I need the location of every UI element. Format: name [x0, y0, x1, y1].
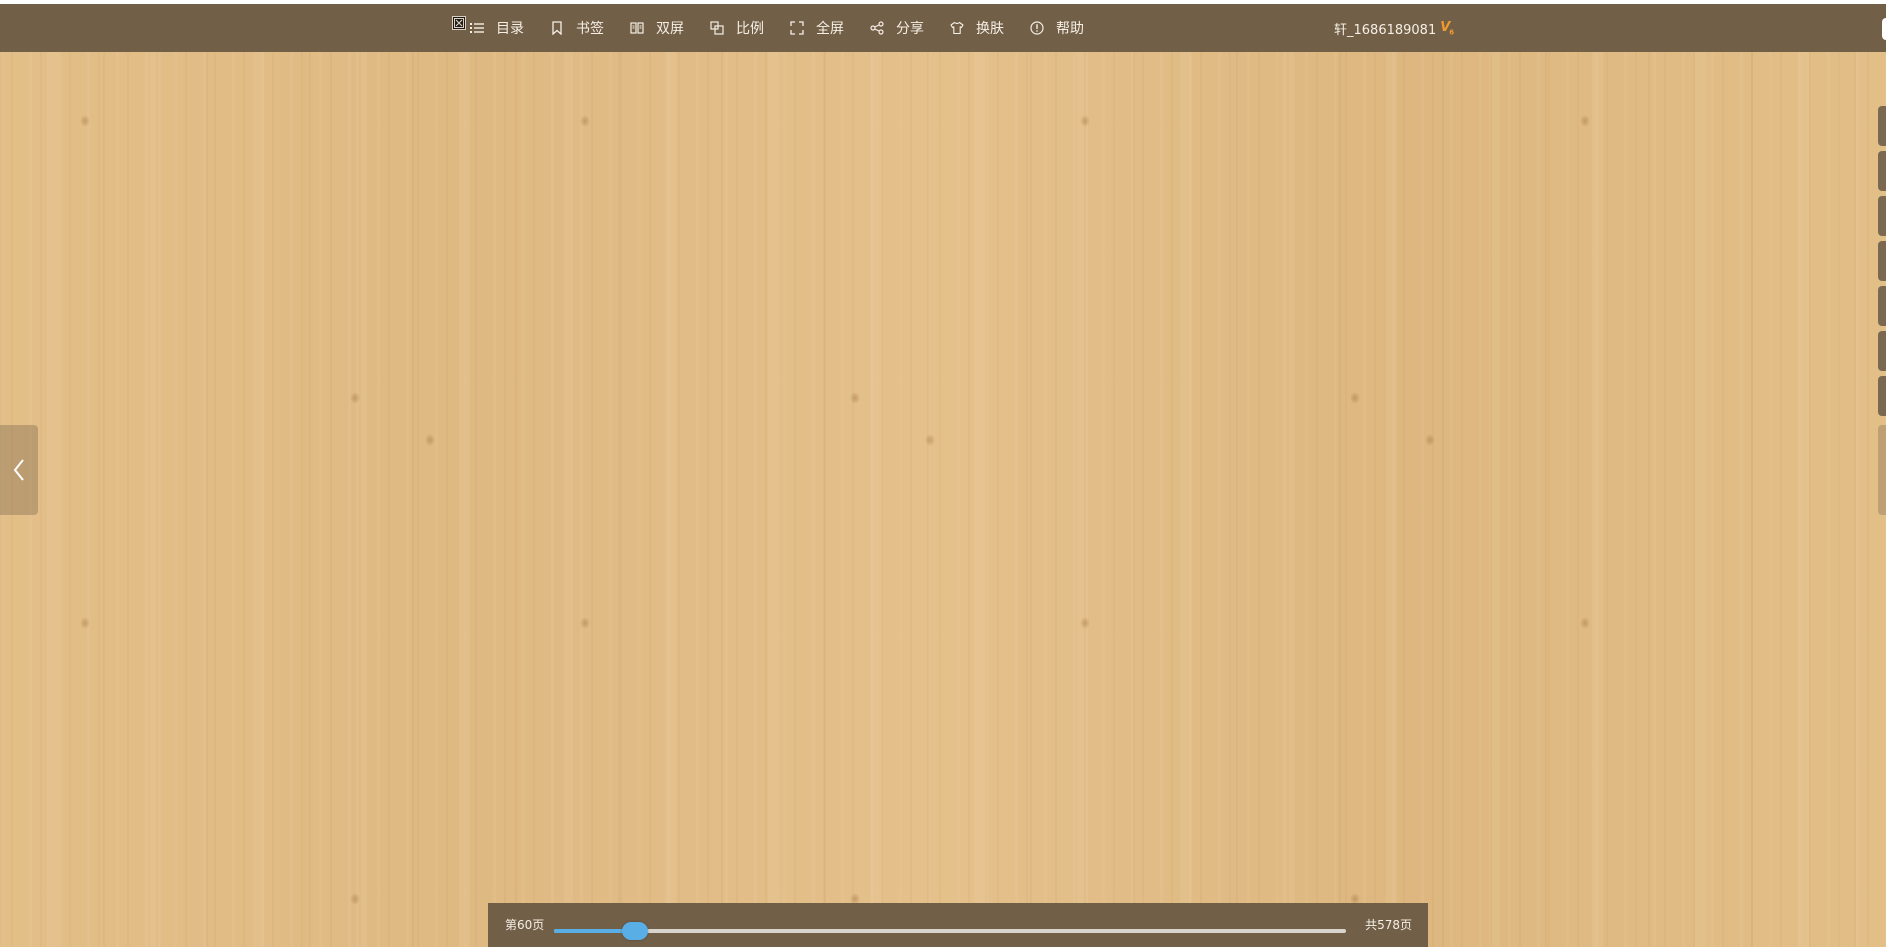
vip-level: 6: [1449, 28, 1454, 37]
help-button[interactable]: 帮助: [1030, 18, 1084, 38]
fullscreen-button[interactable]: 全屏: [790, 18, 844, 38]
vip-badge-icon: V6: [1440, 19, 1454, 37]
shirt-icon: [950, 21, 964, 35]
close-icon[interactable]: [452, 16, 466, 30]
vip-badge-letter: V: [1440, 19, 1450, 35]
next-page-handle[interactable]: [1878, 425, 1886, 515]
wood-knot: [350, 893, 360, 905]
right-side-tabs: [1878, 106, 1886, 421]
right-side-tab[interactable]: [1878, 241, 1886, 281]
bookmark-button[interactable]: 书签: [550, 18, 604, 38]
toc-label: 目录: [496, 21, 524, 37]
page-navigator: 第60页 共578页: [488, 903, 1428, 947]
wood-knot: [80, 115, 90, 127]
share-label: 分享: [896, 21, 924, 37]
share-icon: [870, 21, 884, 35]
skin-label: 换肤: [976, 21, 1004, 37]
chevron-left-icon: [13, 459, 24, 481]
ratio-button[interactable]: 比例: [710, 18, 764, 38]
fullscreen-label: 全屏: [816, 21, 844, 37]
share-button[interactable]: 分享: [870, 18, 924, 38]
dual-screen-label: 双屏: [656, 21, 684, 37]
wood-knot: [1580, 115, 1590, 127]
wood-knot: [850, 392, 860, 404]
page-slider[interactable]: [554, 922, 1346, 940]
wood-knot: [580, 115, 590, 127]
ratio-label: 比例: [736, 21, 764, 37]
wood-knot: [925, 434, 935, 446]
user-info[interactable]: 轩_1686189081 V6: [1334, 4, 1454, 52]
toc-button[interactable]: 目录: [470, 18, 524, 38]
reader-toolbar: 目录 书签 双屏 比例 全屏 分享 换肤 帮助 轩_1686189081 V6: [0, 4, 1886, 52]
skin-button[interactable]: 换肤: [950, 18, 1004, 38]
info-icon: [1030, 21, 1044, 35]
right-side-tab[interactable]: [1878, 106, 1886, 146]
ratio-icon: [710, 21, 724, 35]
wood-knot: [350, 392, 360, 404]
top-right-edge-tab[interactable]: [1882, 18, 1886, 40]
wood-knot: [580, 617, 590, 629]
dual-screen-button[interactable]: 双屏: [630, 18, 684, 38]
right-side-tab[interactable]: [1878, 331, 1886, 371]
wood-knot: [1580, 617, 1590, 629]
right-side-tab[interactable]: [1878, 286, 1886, 326]
right-side-tab[interactable]: [1878, 376, 1886, 416]
wood-knot: [425, 434, 435, 446]
wood-knot: [80, 617, 90, 629]
dual-page-icon: [630, 22, 644, 34]
prev-page-button[interactable]: [0, 425, 38, 515]
current-page-label: 第60页: [505, 918, 545, 932]
toolbar-menu: 目录 书签 双屏 比例 全屏 分享 换肤 帮助: [470, 4, 1110, 52]
wood-knot: [1080, 617, 1090, 629]
page-slider-thumb[interactable]: [622, 922, 649, 940]
list-icon: [470, 23, 484, 33]
right-side-tab[interactable]: [1878, 196, 1886, 236]
wood-knot: [1425, 434, 1435, 446]
username: 轩_1686189081: [1334, 22, 1437, 38]
bookmark-label: 书签: [576, 21, 604, 37]
right-side-tab[interactable]: [1878, 151, 1886, 191]
wood-knot: [1350, 392, 1360, 404]
fullscreen-icon: [790, 21, 804, 35]
help-label: 帮助: [1056, 21, 1084, 37]
total-pages-label: 共578页: [1365, 918, 1412, 932]
wood-knot: [1080, 115, 1090, 127]
bookmark-icon: [552, 21, 562, 35]
